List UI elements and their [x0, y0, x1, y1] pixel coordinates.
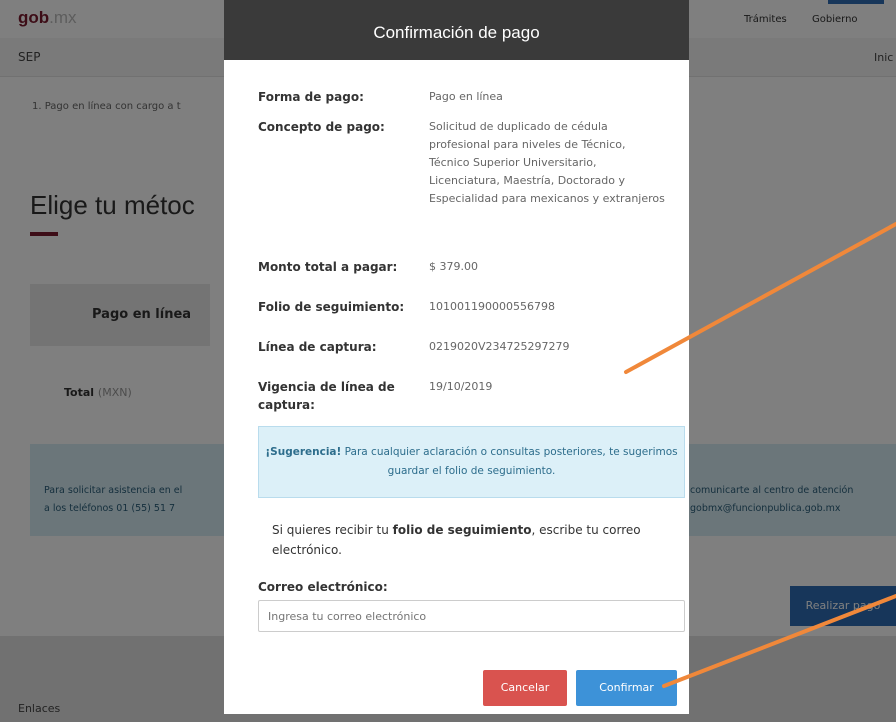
payment-method-value: Pago en línea: [429, 90, 503, 103]
cancel-button[interactable]: Cancelar: [483, 670, 567, 706]
suggestion-alert: ¡Sugerencia! Para cualquier aclaración o…: [258, 426, 685, 498]
tracking-folio-label: Folio de seguimiento:: [258, 300, 405, 314]
confirm-button[interactable]: Confirmar: [576, 670, 677, 706]
capture-validity-value: 19/10/2019: [429, 380, 493, 393]
capture-line-label: Línea de captura:: [258, 340, 377, 354]
payment-method-label: Forma de pago:: [258, 90, 364, 104]
payment-concept-label: Concepto de pago:: [258, 120, 385, 134]
capture-validity-label: Vigencia de línea de captura:: [258, 380, 395, 412]
email-label: Correo electrónico:: [258, 580, 388, 594]
payment-confirmation-modal: Confirmación de pago Forma de pago: Pago…: [224, 0, 689, 714]
payment-concept-value: Solicitud de duplicado de cédula profesi…: [429, 120, 665, 205]
email-input[interactable]: [258, 600, 685, 632]
total-amount-value: $ 379.00: [429, 260, 478, 273]
modal-title: Confirmación de pago: [224, 0, 689, 60]
receive-folio-text: Si quieres recibir tu folio de seguimien…: [272, 523, 641, 557]
total-amount-label: Monto total a pagar:: [258, 260, 398, 274]
tracking-folio-value: 101001190000556798: [429, 300, 555, 313]
capture-line-value: 0219020V234725297279: [429, 340, 570, 353]
